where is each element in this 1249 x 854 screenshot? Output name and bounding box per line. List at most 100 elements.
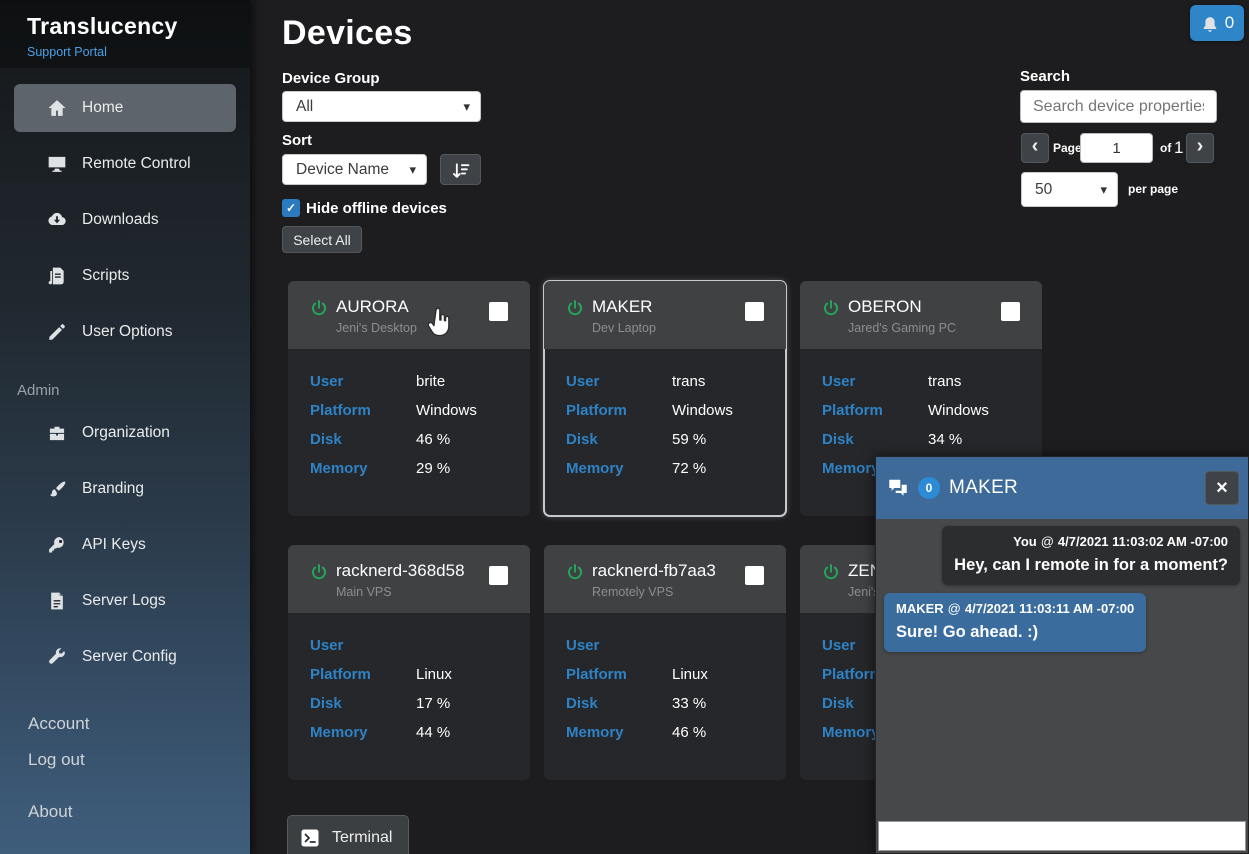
sidebar-item-server-config[interactable]: Server Config xyxy=(0,629,250,685)
of-label: of xyxy=(1160,141,1172,155)
device-name: MAKER xyxy=(592,297,653,316)
total-pages: 1 xyxy=(1174,138,1184,157)
memory-value: 72 % xyxy=(672,460,707,477)
device-card-header: racknerd-fb7aa3 Remotely VPS xyxy=(544,545,786,613)
platform-label: Platform xyxy=(566,402,627,419)
terminal-label: Terminal xyxy=(332,829,393,846)
select-all-button[interactable]: Select All xyxy=(282,226,362,253)
close-icon: × xyxy=(1216,476,1228,499)
platform-value: Windows xyxy=(928,402,989,419)
search-input[interactable] xyxy=(1020,90,1217,123)
user-label: User xyxy=(310,637,344,654)
briefcase-icon xyxy=(47,423,67,443)
notification-count: 0 xyxy=(1224,13,1235,32)
hide-offline-label[interactable]: Hide offline devices xyxy=(306,200,447,217)
platform-label: Platform xyxy=(310,402,371,419)
terminal-button[interactable]: Terminal xyxy=(287,815,410,854)
page-number-input[interactable] xyxy=(1080,133,1153,163)
memory-label: Memory xyxy=(566,460,624,477)
memory-value: 46 % xyxy=(672,724,707,741)
device-select-checkbox[interactable] xyxy=(745,302,764,321)
disk-value: 59 % xyxy=(672,431,707,448)
device-card-aurora[interactable]: AURORA Jeni's Desktop User brite Platform… xyxy=(288,281,530,516)
power-icon xyxy=(822,299,840,317)
about-link[interactable]: About xyxy=(0,794,250,830)
device-select-checkbox[interactable] xyxy=(489,566,508,585)
account-link[interactable]: Account xyxy=(0,706,250,742)
chat-bubbles-icon xyxy=(887,477,909,499)
sidebar-item-user-options[interactable]: User Options xyxy=(0,304,250,360)
device-alias: Dev Laptop xyxy=(592,321,656,335)
disk-label: Disk xyxy=(310,431,342,448)
chat-sender: MAKER xyxy=(896,601,944,616)
user-label: User xyxy=(822,373,856,390)
sidebar: Translucency Support Portal Home Remote … xyxy=(0,0,250,854)
device-name: OBERON xyxy=(848,297,922,316)
device-card-racknerd-368d58[interactable]: racknerd-368d58 Main VPS User Platform Li… xyxy=(288,545,530,780)
chat-window-header[interactable]: 0 MAKER × xyxy=(876,457,1248,519)
sidebar-item-scripts[interactable]: Scripts xyxy=(0,248,250,304)
script-icon xyxy=(47,266,67,286)
device-card-maker[interactable]: MAKER Dev Laptop User trans Platform Windo… xyxy=(543,280,787,517)
next-page-button[interactable]: › xyxy=(1186,133,1214,163)
power-icon xyxy=(310,563,328,581)
device-card-header: racknerd-368d58 Main VPS xyxy=(288,545,530,613)
sidebar-item-label: Remote Control xyxy=(82,155,191,172)
sidebar-item-api-keys[interactable]: API Keys xyxy=(0,517,250,573)
sort-select[interactable]: Device Name ▾ xyxy=(282,154,427,185)
sidebar-item-label: Home xyxy=(82,99,124,116)
sidebar-item-server-logs[interactable]: Server Logs xyxy=(0,573,250,629)
device-name: racknerd-368d58 xyxy=(336,561,465,580)
brand: Translucency Support Portal xyxy=(0,0,250,68)
chat-message-meta: You @4/7/2021 11:03:02 AM -07:00 xyxy=(954,534,1228,549)
device-select-checkbox[interactable] xyxy=(1001,302,1020,321)
sidebar-item-label: Server Logs xyxy=(82,592,166,609)
platform-value: Windows xyxy=(416,402,477,419)
device-select-checkbox[interactable] xyxy=(489,302,508,321)
platform-label: Platform xyxy=(822,402,883,419)
sidebar-item-label: Scripts xyxy=(82,267,130,284)
sidebar-item-downloads[interactable]: Downloads xyxy=(0,192,250,248)
device-card-header: AURORA Jeni's Desktop xyxy=(288,281,530,349)
device-select-checkbox[interactable] xyxy=(745,566,764,585)
home-icon xyxy=(47,98,67,118)
sort-direction-button[interactable] xyxy=(440,154,481,185)
chevron-down-icon: ▾ xyxy=(409,161,416,177)
chevron-down-icon: ▾ xyxy=(1100,181,1107,197)
main-content: Devices 0 Device Group All ▾ Sort Device… xyxy=(250,0,1249,854)
per-page-value: 50 xyxy=(1035,180,1053,198)
per-page-select[interactable]: 50 ▾ xyxy=(1021,172,1118,207)
user-value: brite xyxy=(416,373,446,390)
disk-value: 17 % xyxy=(416,695,451,712)
chevron-left-icon: ‹ xyxy=(1031,135,1039,157)
chevron-right-icon: › xyxy=(1196,135,1204,157)
logout-link[interactable]: Log out xyxy=(0,742,250,778)
chat-device-title: MAKER xyxy=(949,477,1019,498)
sidebar-admin-nav: Organization Branding API Keys Server Lo… xyxy=(0,405,250,685)
platform-value: Windows xyxy=(672,402,733,419)
brand-subtitle-link[interactable]: Support Portal xyxy=(27,45,250,59)
device-group-select[interactable]: All ▾ xyxy=(282,91,481,122)
chat-message-text: Sure! Go ahead. :) xyxy=(896,623,1039,641)
notifications-button[interactable]: 0 xyxy=(1190,5,1244,41)
sidebar-item-branding[interactable]: Branding xyxy=(0,461,250,517)
device-alias: Jeni's Desktop xyxy=(336,321,417,335)
chat-close-button[interactable]: × xyxy=(1205,471,1239,505)
sidebar-item-home[interactable]: Home xyxy=(14,84,236,132)
sidebar-nav: Home Remote Control Downloads Scripts Us… xyxy=(0,80,250,360)
sidebar-item-organization[interactable]: Organization xyxy=(0,405,250,461)
device-card-body: User Platform Linux Disk 17 % Memory 44 % xyxy=(288,613,530,753)
sidebar-item-remote-control[interactable]: Remote Control xyxy=(0,136,250,192)
chat-message-text: Hey, can I remote in for a moment? xyxy=(954,556,1228,574)
platform-value: Linux xyxy=(672,666,708,683)
device-card-racknerd-fb7aa3[interactable]: racknerd-fb7aa3 Remotely VPS User Platfo… xyxy=(544,545,786,780)
prev-page-button[interactable]: ‹ xyxy=(1021,133,1049,163)
chat-sep: @ xyxy=(947,601,961,616)
device-alias: Main VPS xyxy=(336,585,392,599)
disk-value: 34 % xyxy=(928,431,963,448)
chat-message-input[interactable] xyxy=(878,821,1246,851)
power-icon xyxy=(822,563,840,581)
hide-offline-checkbox[interactable]: ✓ xyxy=(282,199,300,217)
power-icon xyxy=(566,563,584,581)
monitor-icon xyxy=(47,154,67,174)
